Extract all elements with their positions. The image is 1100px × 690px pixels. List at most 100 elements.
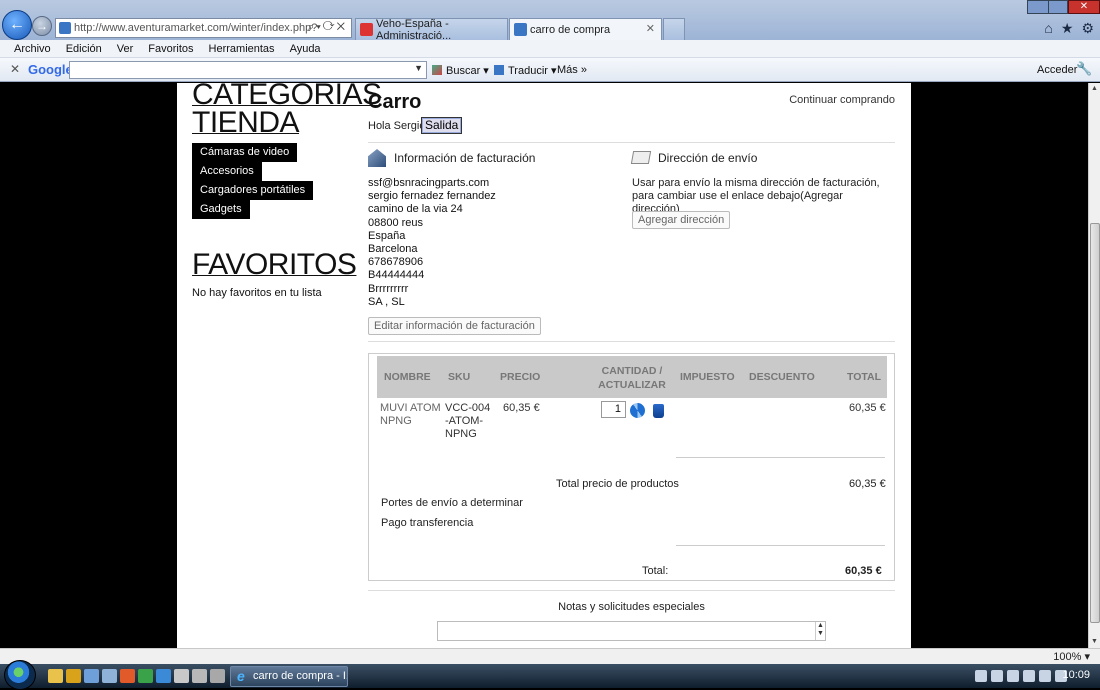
start-button[interactable] [4,660,36,690]
menu-herramientas[interactable]: Herramientas [209,43,275,55]
buscar-button[interactable]: Buscar ▾ [432,64,489,77]
status-bar: 100% ▾ [0,648,1100,664]
scroll-down-icon[interactable]: ▼ [1089,636,1100,648]
address-bar[interactable]: http://www.aventuramarket.com/winter/ind… [55,18,352,38]
item-name-line1: MUVI ATOM [380,402,441,414]
tab-close-icon[interactable]: ✕ [646,22,655,35]
minimize-button[interactable] [1027,0,1049,14]
toolbar-close-icon[interactable]: ✕ [10,62,20,76]
quantity-input[interactable]: 1 [601,401,626,418]
firefox-icon[interactable] [120,669,135,683]
page-content: CATEGORIAS TIENDA Cámaras de video Acces… [177,83,911,648]
payment-note: Pago transferencia [381,517,474,529]
tab-carro[interactable]: carro de compra ✕ [509,18,662,40]
envelope-icon [630,151,652,164]
item-sku: VCC-004 -ATOM- NPNG [445,402,490,441]
gear-icon[interactable]: ⚙ [1081,20,1094,37]
tray-device-icon[interactable] [1007,670,1019,682]
address-tools-icon[interactable]: ⌕▾⟳✕ [308,21,347,34]
tool-icon[interactable] [174,669,189,683]
menu-favoritos[interactable]: Favoritos [148,43,193,55]
page-scrollbar[interactable]: ▲ ▼ [1088,83,1100,648]
window-icon[interactable] [102,669,117,683]
zoom-level[interactable]: 100% ▾ [1053,650,1090,663]
refresh-icon[interactable] [630,403,645,418]
document-icon[interactable] [192,669,207,683]
category-cargadores[interactable]: Cargadores portátiles [192,181,314,200]
billing-phone: 678678906 [368,256,424,269]
menu-ver[interactable]: Ver [117,43,134,55]
page-title: Carro [368,91,422,113]
wrench-icon[interactable]: 🔧 [1076,61,1092,77]
mas-button[interactable]: Más » [557,64,587,76]
item-sku-line1: VCC-004 [445,402,491,414]
category-list: Cámaras de video Accesorios Cargadores p… [192,143,314,219]
add-address-button[interactable]: Agregar dirección [632,211,731,229]
billing-name: sergio fernadez fernandez [368,190,496,203]
tray-app-icon[interactable] [1023,670,1035,682]
grand-total-value: 60,35 € [845,565,882,577]
scroll-up-icon[interactable]: ▲ [1089,83,1100,95]
media-icon[interactable] [66,669,81,683]
app-icon[interactable] [210,669,225,683]
ie-icon[interactable] [156,669,171,683]
trash-icon[interactable] [653,404,664,418]
category-gadgets[interactable]: Gadgets [192,200,250,219]
notes-title: Notas y solicitudes especiales [558,601,705,613]
continue-shopping-link[interactable]: Continuar comprando [789,94,895,106]
system-tray [975,670,1067,682]
desktop-icon[interactable] [84,669,99,683]
tray-arrow-icon[interactable] [975,670,987,682]
close-window-button[interactable]: ✕ [1068,0,1100,14]
menu-archivo[interactable]: Archivo [14,43,51,55]
tab-veho[interactable]: Veho-España - Administració... [355,18,508,42]
divider [676,545,885,546]
taskbar-ie-window[interactable]: carro de compra - I... [230,666,348,687]
home-icon[interactable]: ⌂ [1044,20,1052,37]
column-nombre: NOMBRE [384,371,431,383]
divider [368,590,895,591]
tab-label: carro de compra [530,23,611,36]
category-camaras[interactable]: Cámaras de video [192,143,298,162]
menu-edicion[interactable]: Edición [66,43,102,55]
tray-network-icon[interactable] [991,670,1003,682]
item-name[interactable]: MUVI ATOM NPNG [380,402,441,428]
item-name-line2: NPNG [380,415,412,427]
item-price: 60,35 € [503,402,540,414]
chevron-down-icon[interactable]: ▼ [414,63,423,73]
billing-country: España [368,229,406,242]
scrollbar-thumb[interactable] [1090,223,1100,623]
favorites-star-icon[interactable]: ★ [1061,20,1074,37]
products-total-value: 60,35 € [849,478,886,490]
notes-textarea[interactable]: ▲ ▼ [437,621,826,641]
favorites-empty-text: No hay favoritos en tu lista [192,287,322,299]
edit-billing-button[interactable]: Editar información de facturación [368,317,541,335]
column-sku: SKU [448,371,471,383]
clock[interactable]: 10:09 [1062,669,1090,681]
tray-security-icon[interactable] [1039,670,1051,682]
menu-ayuda[interactable]: Ayuda [290,43,321,55]
google-search-input[interactable]: ▼ [69,61,427,79]
category-accesorios[interactable]: Accesorios [192,162,262,181]
new-tab-button[interactable] [663,18,685,40]
traducir-button[interactable]: Traducir ▾ [494,64,557,77]
products-total-label: Total precio de productos [556,478,679,490]
column-total: TOTAL [847,371,882,383]
forward-button[interactable]: → [32,16,52,36]
google-toolbar: ✕ Google ▼ Buscar ▾ Traducir ▾ Más » Acc… [0,58,1100,82]
logout-button[interactable]: Salida [421,117,463,134]
categories-title: CATEGORIAS TIENDA [192,83,382,138]
acceder-button[interactable]: Acceder [1037,64,1077,76]
greeting-text: Hola Sergio [368,120,426,132]
maximize-button[interactable] [1048,0,1068,14]
notes-scrollbar[interactable]: ▲ ▼ [815,622,825,640]
column-cantidad-line1: CANTIDAD / [601,365,663,377]
billing-email: ssf@bsnracingparts.com [368,177,490,189]
billing-tax-id: B44444444 [368,269,425,282]
divider [368,142,895,143]
chrome-icon[interactable] [138,669,153,683]
traducir-label: Traducir [508,65,548,77]
folder-icon[interactable] [48,669,63,683]
back-button[interactable]: ← [2,10,32,40]
shipping-heading: Dirección de envío [630,151,757,165]
